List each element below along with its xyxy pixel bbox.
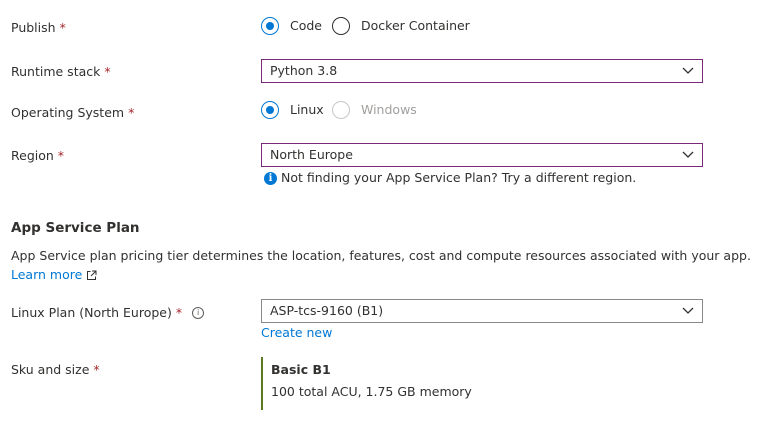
runtime-label-text: Runtime stack xyxy=(11,64,101,79)
linux-plan-dropdown[interactable]: ASP-tcs-9160 (B1) xyxy=(261,299,703,323)
publish-docker-label: Docker Container xyxy=(361,18,470,33)
os-linux-label: Linux xyxy=(290,102,324,117)
external-link-icon xyxy=(87,270,97,280)
publish-docker-radio[interactable]: Docker Container xyxy=(332,17,470,35)
radio-button-checked[interactable] xyxy=(261,101,279,119)
linux-plan-label-text: Linux Plan (North Europe) xyxy=(11,305,172,320)
chevron-down-icon xyxy=(682,67,694,74)
region-value: North Europe xyxy=(270,147,353,162)
region-info-text: Not finding your App Service Plan? Try a… xyxy=(281,170,637,185)
help-info-icon[interactable]: i xyxy=(192,306,205,319)
section-title-app-service-plan: App Service Plan xyxy=(11,220,140,236)
publish-code-radio[interactable]: Code xyxy=(261,17,322,35)
sku-detail: 100 total ACU, 1.75 GB memory xyxy=(271,384,472,399)
publish-code-label: Code xyxy=(290,18,323,33)
sku-label: Sku and size * xyxy=(11,361,100,379)
chevron-down-icon xyxy=(682,307,694,314)
plan-description: App Service plan pricing tier determines… xyxy=(11,248,751,263)
required-mark: * xyxy=(175,305,183,320)
create-new-link[interactable]: Create new xyxy=(261,324,332,342)
sku-label-text: Sku and size xyxy=(11,362,90,377)
linux-plan-label: Linux Plan (North Europe) * i xyxy=(11,304,205,322)
publish-label-text: Publish xyxy=(11,20,56,35)
sku-summary: Basic B1 100 total ACU, 1.75 GB memory xyxy=(261,357,561,410)
required-mark: * xyxy=(128,105,135,120)
region-label: Region * xyxy=(11,147,64,165)
required-mark: * xyxy=(104,64,111,79)
os-label: Operating System * xyxy=(11,104,134,122)
os-windows-radio: Windows xyxy=(332,101,417,119)
os-label-text: Operating System xyxy=(11,105,125,120)
region-label-text: Region xyxy=(11,148,54,163)
runtime-stack-dropdown[interactable]: Python 3.8 xyxy=(261,59,703,83)
required-mark: * xyxy=(93,362,100,377)
linux-plan-value: ASP-tcs-9160 (B1) xyxy=(270,303,384,318)
info-icon: i xyxy=(264,171,277,185)
radio-button-checked[interactable] xyxy=(261,17,279,35)
sku-name: Basic B1 xyxy=(271,362,331,377)
region-info-message: i Not finding your App Service Plan? Try… xyxy=(264,169,636,187)
publish-label: Publish * xyxy=(11,19,66,37)
os-linux-radio[interactable]: Linux xyxy=(261,101,324,119)
runtime-label: Runtime stack * xyxy=(11,63,111,81)
radio-button-disabled xyxy=(332,101,350,119)
learn-more-link[interactable]: Learn more xyxy=(11,266,97,284)
os-windows-label: Windows xyxy=(361,102,417,117)
chevron-down-icon xyxy=(682,151,694,158)
learn-more-text[interactable]: Learn more xyxy=(11,266,82,284)
region-dropdown[interactable]: North Europe xyxy=(261,143,703,167)
required-mark: * xyxy=(59,20,66,35)
radio-button-unchecked[interactable] xyxy=(332,17,350,35)
runtime-stack-value: Python 3.8 xyxy=(270,63,338,78)
required-mark: * xyxy=(57,148,65,163)
